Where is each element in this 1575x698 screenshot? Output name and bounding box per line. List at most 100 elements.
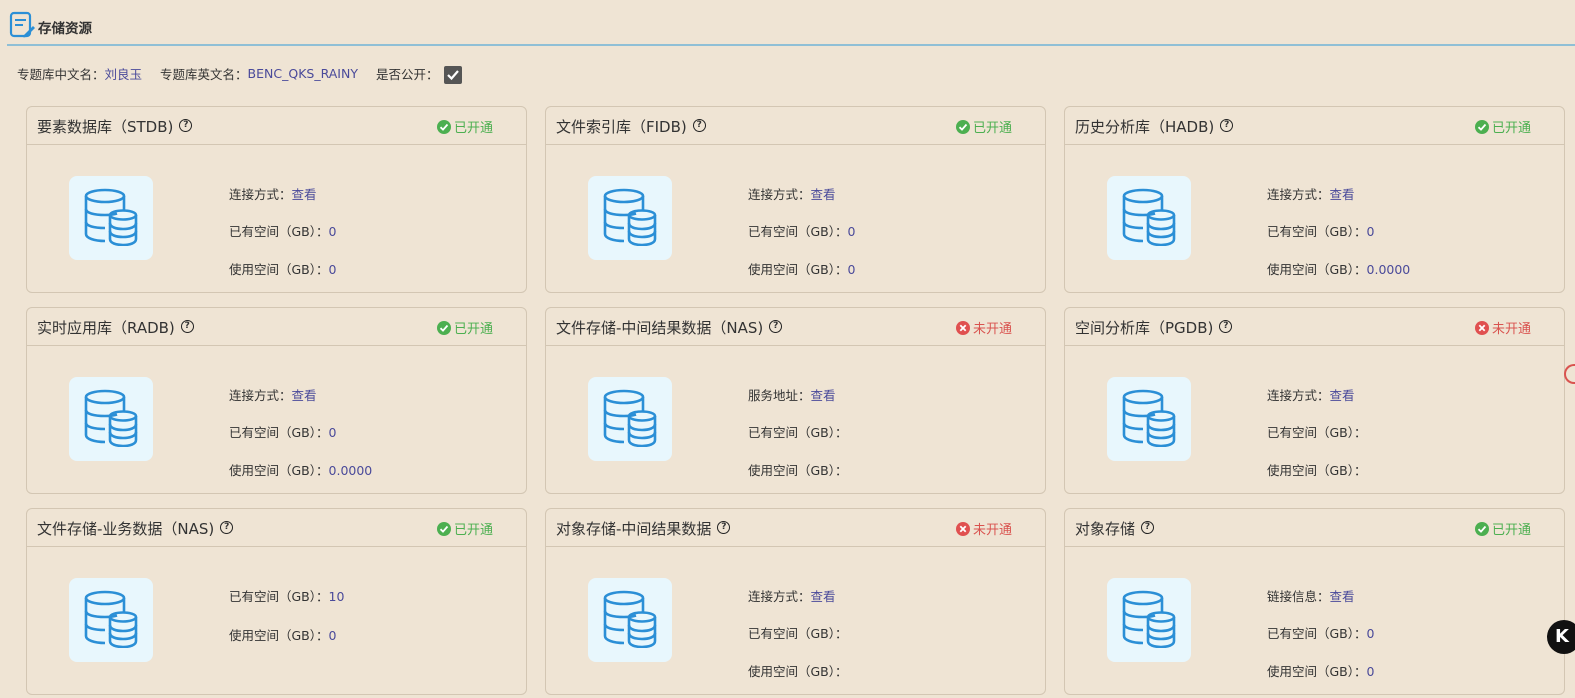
field-label: 使用空间（GB）：	[1267, 664, 1367, 679]
database-icon	[84, 389, 138, 447]
card-field-row: 连接方式：查看	[748, 586, 836, 605]
status-badge: 已开通	[437, 318, 493, 337]
card-field-row: 使用空间（GB）：0	[229, 259, 336, 278]
card-title-text: 文件存储-中间结果数据（NAS)	[556, 319, 764, 337]
status-text: 已开通	[1492, 121, 1532, 136]
view-link[interactable]: 查看	[1330, 589, 1355, 604]
card-field-row: 使用空间（GB）：	[748, 460, 848, 479]
card-field-row: 使用空间（GB）：0.0000	[229, 460, 372, 479]
database-icon-tile	[69, 578, 153, 662]
database-icon-tile	[69, 176, 153, 260]
view-link[interactable]: 查看	[1330, 187, 1355, 202]
help-icon[interactable]: ?	[179, 119, 193, 132]
card-field-row: 服务地址：查看	[748, 385, 836, 404]
check-circle-icon	[956, 119, 970, 134]
database-icon	[1122, 188, 1176, 246]
field-label: 已有空间（GB）：	[229, 425, 329, 440]
database-icon	[603, 590, 657, 648]
help-icon[interactable]: ?	[1220, 119, 1234, 132]
view-link[interactable]: 查看	[1330, 388, 1355, 403]
database-icon	[84, 590, 138, 648]
help-icon[interactable]: ?	[717, 521, 731, 534]
field-label: 使用空间（GB）：	[229, 628, 329, 643]
check-circle-icon	[437, 521, 451, 536]
card-header: 文件索引库（FIDB)? 已开通	[546, 107, 1045, 145]
card-field-row: 连接方式：查看	[229, 385, 317, 404]
card-header: 对象存储? 已开通	[1065, 509, 1564, 547]
storage-card: 实时应用库（RADB)? 已开通 连接方式：查看 已有空间（GB）：0 使用空间（GB）…	[26, 307, 527, 494]
field-label: 已有空间（GB）：	[1267, 425, 1367, 440]
help-icon[interactable]: ?	[769, 320, 783, 333]
field-value: 0	[847, 262, 856, 277]
field-label: 连接方式：	[1267, 187, 1330, 202]
field-value: 0	[1366, 664, 1375, 679]
database-icon-tile	[588, 377, 672, 461]
card-title-text: 对象存储	[1075, 520, 1136, 538]
field-label: 服务地址：	[748, 388, 811, 403]
field-label: 使用空间（GB）：	[748, 262, 848, 277]
cn-name-label: 专题库中文名：	[17, 67, 105, 82]
card-header: 文件存储-业务数据（NAS)? 已开通	[27, 509, 526, 547]
card-title-text: 实时应用库（RADB)	[37, 319, 175, 337]
card-title-text: 文件索引库（FIDB)	[556, 118, 687, 136]
card-field-row: 已有空间（GB）：	[748, 623, 848, 642]
field-value: 0	[328, 425, 337, 440]
public-checkbox[interactable]	[443, 65, 462, 84]
card-field-row: 已有空间（GB）：10	[229, 586, 344, 605]
help-icon[interactable]: ?	[180, 320, 194, 333]
document-edit-icon	[9, 11, 35, 38]
storage-card: 历史分析库（HADB)? 已开通连接方式：查看已有空间（GB）：0 使用空间（GB）…	[1064, 106, 1565, 293]
help-icon[interactable]: ?	[692, 119, 706, 132]
card-title: 空间分析库（PGDB)?	[1075, 317, 1233, 338]
card-field-row: 连接方式：查看	[748, 184, 836, 203]
check-circle-icon	[1475, 521, 1489, 536]
storage-card: 要素数据库（STDB)? 已开通 连接方式：查看 已有空间（GB）：0 使用空间（GB）…	[26, 106, 527, 293]
check-circle-icon	[437, 320, 451, 335]
help-icon[interactable]: ?	[1219, 320, 1233, 333]
check-circle-icon	[1475, 119, 1489, 134]
card-title-text: 历史分析库（HADB)	[1075, 118, 1215, 136]
card-field-row: 已有空间（GB）：0	[229, 221, 336, 240]
database-icon-tile	[588, 578, 672, 662]
card-field-row: 使用空间（GB）：0.0000	[1267, 259, 1410, 278]
view-link[interactable]: 查看	[811, 187, 836, 202]
card-field-row: 已有空间（GB）：0	[229, 422, 336, 441]
card-title: 历史分析库（HADB)?	[1075, 116, 1234, 137]
card-field-row: 已有空间（GB）：0	[1267, 221, 1374, 240]
card-title-text: 文件存储-业务数据（NAS)	[37, 520, 215, 538]
status-badge: 未开通	[1475, 318, 1531, 337]
field-label: 已有空间（GB）：	[748, 626, 848, 641]
help-icon[interactable]: ?	[220, 521, 234, 534]
field-value: 0	[328, 262, 337, 277]
field-label: 使用空间（GB）：	[229, 463, 329, 478]
storage-card: 对象存储? 已开通 链接信息：查看 已有空间（GB）：0 使用空间（GB）：0	[1064, 508, 1565, 695]
page-title: 存储资源	[38, 21, 92, 37]
field-label: 使用空间（GB）：	[229, 262, 329, 277]
error-circle-icon	[956, 320, 970, 335]
card-title: 文件存储-业务数据（NAS)?	[37, 518, 234, 539]
view-link[interactable]: 查看	[292, 388, 317, 403]
view-link[interactable]: 查看	[811, 589, 836, 604]
public-label: 是否公开：	[375, 67, 439, 82]
field-label: 已有空间（GB）：	[748, 224, 848, 239]
status-badge: 未开通	[956, 519, 1012, 538]
database-icon-tile	[1107, 176, 1191, 260]
storage-card: 对象存储-中间结果数据? 未开通 连接方式：查看 已有空间（GB）： 使用空间（GB）：	[545, 508, 1046, 695]
help-icon[interactable]: ?	[1141, 521, 1155, 534]
field-value: 0	[328, 628, 337, 643]
field-label: 使用空间（GB）：	[1267, 463, 1367, 478]
en-name-value: BENC_QKS_RAINY	[247, 66, 358, 81]
view-link[interactable]: 查看	[292, 187, 317, 202]
status-badge: 已开通	[1475, 117, 1531, 136]
cn-name-value: 刘良玉	[104, 67, 143, 82]
card-title: 文件索引库（FIDB)?	[556, 116, 706, 137]
card-header: 文件存储-中间结果数据（NAS)? 未开通	[546, 308, 1045, 346]
view-link[interactable]: 查看	[811, 388, 836, 403]
field-label: 使用空间（GB）：	[748, 664, 848, 679]
storage-card: 文件存储-业务数据（NAS)? 已开通已有空间（GB）：10 使用空间（GB）：0	[26, 508, 527, 695]
card-title-text: 要素数据库（STDB)	[37, 118, 174, 136]
field-label: 使用空间（GB）：	[748, 463, 848, 478]
floating-action-button[interactable]: K	[1547, 620, 1575, 654]
database-icon	[1122, 389, 1176, 447]
error-circle-icon	[956, 521, 970, 536]
